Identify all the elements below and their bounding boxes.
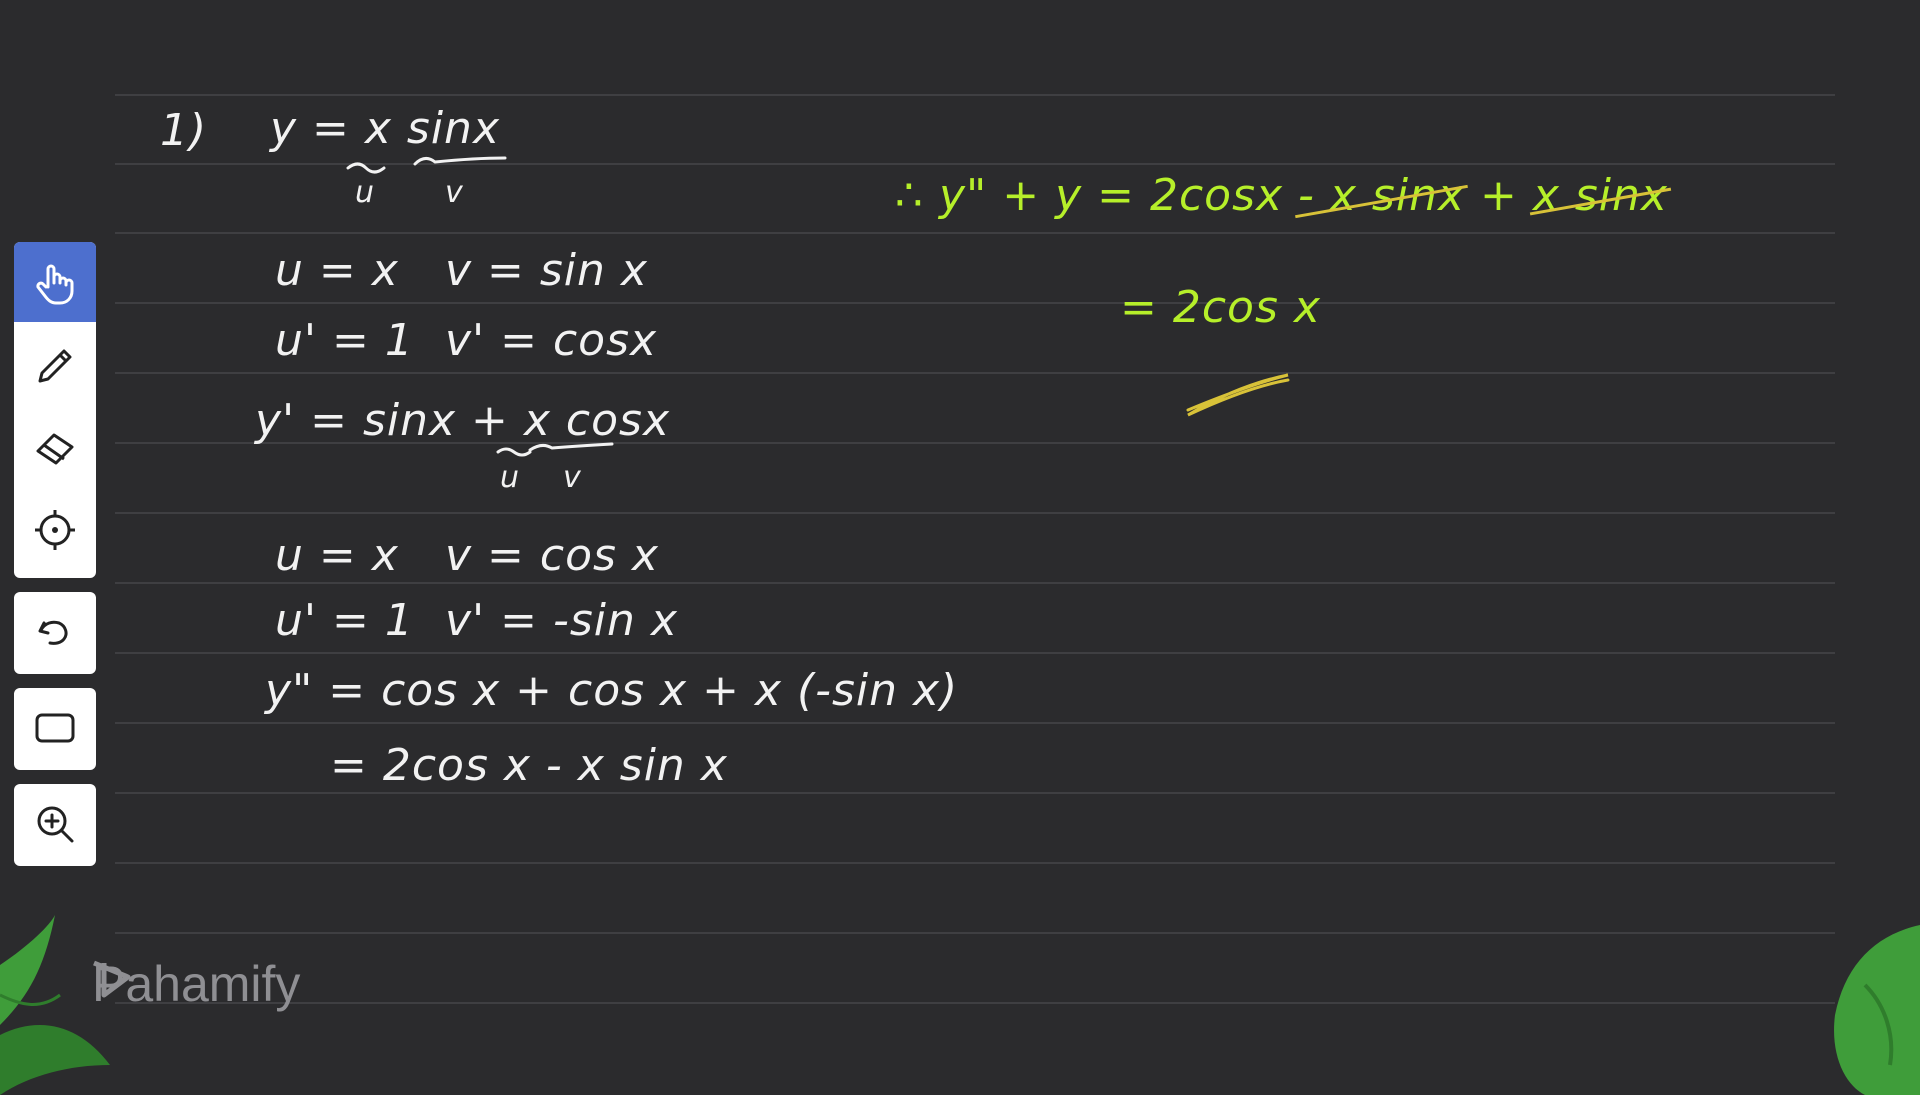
undo-button[interactable]	[14, 592, 96, 672]
toolbar-main	[14, 242, 96, 578]
tilde-underline	[346, 162, 386, 174]
brand-logo: Pahamify	[92, 956, 301, 1012]
tilde-underline	[528, 442, 614, 452]
rectangle-icon	[35, 713, 75, 743]
toolbar-zoom	[14, 784, 96, 866]
zoom-in-button[interactable]	[14, 784, 96, 864]
zoom-in-icon	[37, 806, 74, 843]
toolbar-shape	[14, 688, 96, 770]
double-underline	[1186, 373, 1290, 417]
pen-tool-button[interactable]	[14, 326, 96, 406]
tilde-underline	[496, 447, 532, 457]
crosshair-icon	[35, 510, 75, 550]
brace-underline	[413, 156, 507, 166]
eraser-tool-button[interactable]	[14, 408, 96, 488]
shape-tool-button[interactable]	[14, 688, 96, 768]
whiteboard-canvas[interactable]: 1) y = x sinx u v u = x v = sin x u' = 1…	[0, 0, 1920, 1095]
ink-strokes	[346, 156, 1290, 457]
laser-tool-button[interactable]	[14, 490, 96, 570]
hand-pointer-icon	[36, 264, 74, 305]
pen-icon	[38, 349, 72, 383]
eraser-icon	[36, 433, 74, 465]
hand-tool-button[interactable]	[14, 242, 96, 322]
undo-icon	[38, 620, 68, 645]
leaf-right-decoration	[1834, 925, 1920, 1095]
toolbar-undo	[14, 592, 96, 674]
